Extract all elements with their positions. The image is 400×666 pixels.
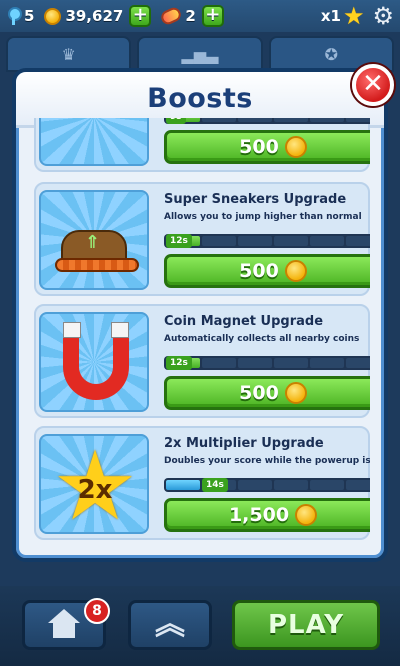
multiplier-value: x1 — [320, 7, 341, 25]
boost-description: Automatically collects all nearby coins — [164, 334, 360, 344]
boosts-panel: Boosts ✕ 9s 500 ⇑ Supe — [12, 64, 394, 562]
close-button[interactable]: ✕ — [352, 64, 394, 106]
progress-bar: 9s — [164, 118, 370, 124]
boost-thumbnail: ⇑ — [39, 190, 149, 290]
bottom-bar: ︽ PLAY — [0, 586, 400, 666]
coin-icon — [295, 504, 318, 526]
coin-icon — [284, 260, 307, 282]
keys-count: 5 — [24, 7, 35, 25]
score-multiplier: x1 ★ ⚙ — [321, 4, 394, 28]
leaderboard-tab[interactable]: ▂▅▃ — [137, 36, 263, 72]
boost-item-coin-magnet: Coin Magnet Upgrade Automatically collec… — [34, 304, 370, 418]
duration-label: 14s — [202, 478, 228, 492]
boost-item-super-sneakers: ⇑ Super Sneakers Upgrade Allows you to j… — [34, 182, 370, 296]
buy-button[interactable]: 500 — [164, 130, 370, 164]
background-tabs: ♛ ▂▅▃ ✪ — [0, 32, 400, 72]
progress-bar: 12s — [164, 234, 370, 248]
multiplier-star-icon: ★ 2x — [51, 434, 139, 534]
double-chevron-up-icon: ︽ — [155, 607, 185, 642]
keys-counter: 5 — [6, 7, 34, 25]
coin-icon — [284, 136, 307, 158]
star-icon: ★ — [342, 2, 365, 30]
status-bar: 5 39,627 + 2 + x1 ★ ⚙ — [0, 0, 400, 32]
boost-item-jetpack: 9s 500 — [34, 118, 370, 172]
panel-title: Boosts — [147, 83, 253, 114]
buy-button[interactable]: 500 — [164, 254, 370, 288]
coin-icon — [284, 382, 307, 404]
sneaker-icon: ⇑ — [55, 222, 139, 274]
notification-badge: 8 — [84, 598, 110, 624]
upgrades-button[interactable]: ︽ — [128, 600, 212, 650]
duration-label: 12s — [166, 234, 192, 248]
buy-button[interactable]: 500 — [164, 376, 370, 410]
boost-thumbnail: ★ 2x — [39, 434, 149, 534]
buy-hoverboards-button[interactable]: + — [201, 5, 224, 27]
duration-label: 9s — [166, 118, 186, 124]
buy-coins-button[interactable]: + — [129, 5, 152, 27]
boost-title: Super Sneakers Upgrade — [164, 192, 347, 207]
boost-title: Coin Magnet Upgrade — [164, 314, 324, 329]
price-label: 500 — [239, 136, 279, 158]
progress-bar: 14s — [164, 478, 370, 492]
badge-icon: ✪ — [324, 44, 339, 64]
boost-description: Doubles your score while the powerup is … — [164, 456, 370, 466]
play-button[interactable]: PLAY — [232, 600, 380, 650]
key-icon — [6, 7, 22, 25]
crown-icon: ♛ — [61, 44, 76, 64]
coins-counter: 39,627 + — [44, 5, 152, 27]
progress-bar: 12s — [164, 356, 370, 370]
boost-item-2x-multiplier: ★ 2x 2x Multiplier Upgrade Doubles your … — [34, 426, 370, 540]
price-label: 500 — [239, 382, 279, 404]
price-label: 1,500 — [228, 504, 290, 526]
coin-icon — [44, 7, 62, 25]
magnet-icon — [63, 322, 129, 400]
boosts-list[interactable]: 9s 500 ⇑ Super Sneakers Upgrade Allows y… — [34, 118, 370, 558]
buy-button[interactable]: 1,500 — [164, 498, 370, 532]
podium-icon: ▂▅▃ — [181, 44, 219, 64]
gear-icon[interactable]: ⚙ — [372, 4, 394, 28]
boost-title: 2x Multiplier Upgrade — [164, 436, 324, 451]
home-icon — [46, 609, 82, 641]
price-label: 500 — [239, 260, 279, 282]
coins-count: 39,627 — [65, 7, 124, 25]
hoverboard-icon — [159, 5, 184, 27]
hoverboards-count: 2 — [185, 7, 196, 25]
play-label: PLAY — [267, 610, 345, 640]
hoverboards-counter: 2 + — [159, 5, 224, 27]
crown-tab[interactable]: ♛ — [6, 36, 132, 72]
boost-thumbnail — [39, 118, 149, 166]
duration-label: 12s — [166, 356, 192, 370]
boost-thumbnail — [39, 312, 149, 412]
boost-description: Allows you to jump higher than normal — [164, 212, 362, 222]
